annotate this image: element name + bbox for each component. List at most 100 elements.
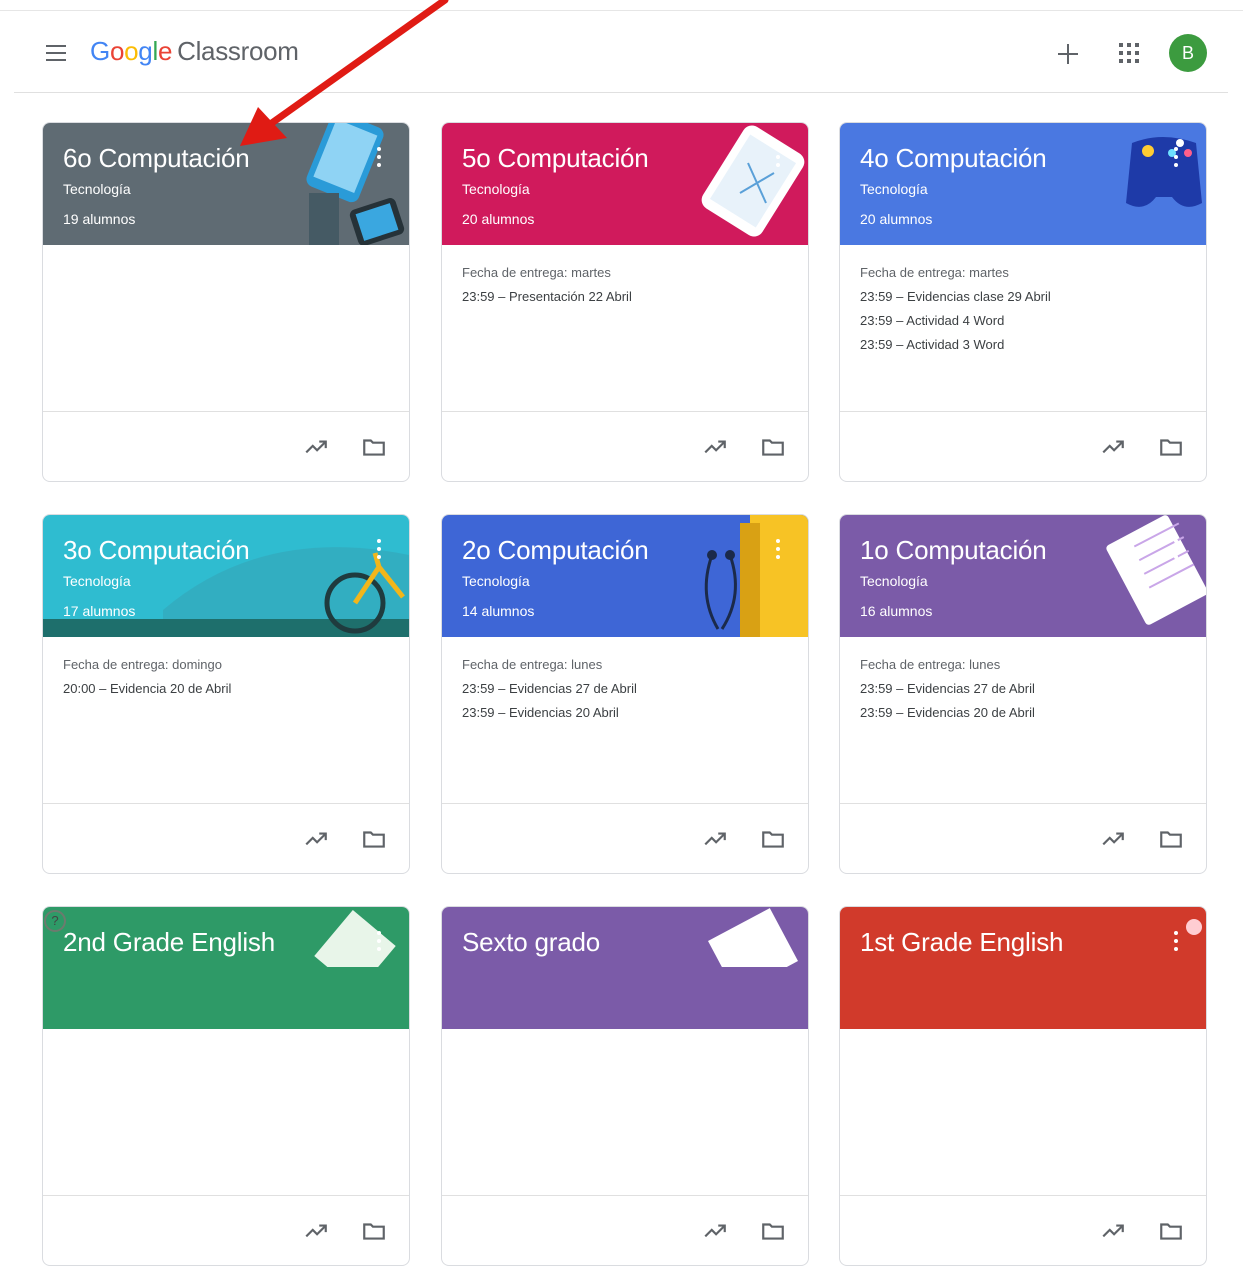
class-card[interactable]: 1st Grade English xyxy=(839,906,1207,1266)
more-vert-icon[interactable] xyxy=(1170,145,1180,169)
user-avatar[interactable]: B xyxy=(1169,34,1207,72)
class-card[interactable]: 1o Computación Tecnología 16 alumnos Fecha … xyxy=(839,514,1207,874)
class-card-footer xyxy=(840,1195,1206,1265)
assignment-link[interactable]: 23:59 – Evidencias 20 de Abril xyxy=(860,705,1035,720)
class-card-footer xyxy=(840,411,1206,481)
student-count: 19 alumnos xyxy=(63,211,136,227)
class-card-banner[interactable]: 2nd Grade English xyxy=(43,907,409,1029)
class-card[interactable]: Sexto grado xyxy=(441,906,809,1266)
more-vert-icon[interactable] xyxy=(772,929,782,953)
class-card-footer xyxy=(840,803,1206,873)
trending-up-icon[interactable] xyxy=(303,434,329,460)
menu-icon[interactable] xyxy=(44,42,68,64)
help-icon[interactable]: ? xyxy=(44,910,66,932)
folder-icon[interactable] xyxy=(1158,434,1184,460)
class-card-footer xyxy=(43,411,409,481)
class-section[interactable]: Tecnología xyxy=(63,573,131,589)
class-card[interactable]: 6o Computación Tecnología 19 alumnos xyxy=(42,122,410,482)
banner-illustration xyxy=(704,515,808,637)
folder-icon[interactable] xyxy=(361,434,387,460)
trending-up-icon[interactable] xyxy=(303,826,329,852)
app-logo[interactable]: Google Classroom xyxy=(90,36,299,67)
banner-illustration xyxy=(1126,137,1202,207)
folder-icon[interactable] xyxy=(361,826,387,852)
student-count: 20 alumnos xyxy=(462,211,535,227)
trending-up-icon[interactable] xyxy=(702,826,728,852)
class-title[interactable]: 1st Grade English xyxy=(860,927,1063,958)
assignment-link[interactable]: 23:59 – Actividad 3 Word xyxy=(860,337,1004,352)
assignment-link[interactable]: 20:00 – Evidencia 20 de Abril xyxy=(63,681,231,696)
class-card-footer xyxy=(442,803,808,873)
class-card[interactable]: 2nd Grade English xyxy=(42,906,410,1266)
class-card-banner[interactable]: 4o Computación Tecnología 20 alumnos xyxy=(840,123,1206,245)
more-vert-icon[interactable] xyxy=(772,145,782,169)
banner-illustration xyxy=(306,123,405,245)
class-card-footer xyxy=(43,1195,409,1265)
banner-illustration xyxy=(708,908,798,967)
trending-up-icon[interactable] xyxy=(702,434,728,460)
app-header: Google Classroom B xyxy=(14,12,1228,93)
student-count: 20 alumnos xyxy=(860,211,933,227)
assignment-link[interactable]: 23:59 – Actividad 4 Word xyxy=(860,313,1004,328)
class-card-footer xyxy=(442,1195,808,1265)
plus-icon[interactable] xyxy=(1054,40,1082,68)
class-title[interactable]: 3o Computación xyxy=(63,535,250,566)
trending-up-icon[interactable] xyxy=(303,1218,329,1244)
more-vert-icon[interactable] xyxy=(1170,537,1180,561)
more-vert-icon[interactable] xyxy=(1170,929,1180,953)
more-vert-icon[interactable] xyxy=(772,537,782,561)
more-vert-icon[interactable] xyxy=(373,929,383,953)
due-date-label: Fecha de entrega: martes xyxy=(462,265,611,280)
folder-icon[interactable] xyxy=(760,1218,786,1244)
class-section[interactable]: Tecnología xyxy=(860,573,928,589)
class-title[interactable]: 4o Computación xyxy=(860,143,1047,174)
due-date-label: Fecha de entrega: lunes xyxy=(462,657,603,672)
trending-up-icon[interactable] xyxy=(1100,826,1126,852)
assignment-link[interactable]: 23:59 – Evidencias 27 de Abril xyxy=(462,681,637,696)
folder-icon[interactable] xyxy=(1158,1218,1184,1244)
folder-icon[interactable] xyxy=(760,434,786,460)
class-section[interactable]: Tecnología xyxy=(63,181,131,197)
folder-icon[interactable] xyxy=(361,1218,387,1244)
class-section[interactable]: Tecnología xyxy=(462,573,530,589)
trending-up-icon[interactable] xyxy=(1100,1218,1126,1244)
folder-icon[interactable] xyxy=(1158,826,1184,852)
class-title[interactable]: 2o Computación xyxy=(462,535,649,566)
class-card-banner[interactable]: 1o Computación Tecnología 16 alumnos xyxy=(840,515,1206,637)
class-title[interactable]: 6o Computación xyxy=(63,143,250,174)
class-card-footer xyxy=(43,803,409,873)
more-vert-icon[interactable] xyxy=(373,537,383,561)
class-title[interactable]: 1o Computación xyxy=(860,535,1047,566)
class-card-banner[interactable]: 5o Computación Tecnología 20 alumnos xyxy=(442,123,808,245)
class-title[interactable]: 5o Computación xyxy=(462,143,649,174)
class-card-banner[interactable]: Sexto grado xyxy=(442,907,808,1029)
trending-up-icon[interactable] xyxy=(702,1218,728,1244)
class-title[interactable]: Sexto grado xyxy=(462,927,600,958)
class-card[interactable]: 5o Computación Tecnología 20 alumnos Fecha … xyxy=(441,122,809,482)
student-count: 14 alumnos xyxy=(462,603,535,619)
class-card-banner[interactable]: 3o Computación Tecnología 17 alumnos xyxy=(43,515,409,637)
trending-up-icon[interactable] xyxy=(1100,434,1126,460)
assignment-link[interactable]: 23:59 – Evidencias 20 Abril xyxy=(462,705,619,720)
assignment-link[interactable]: 23:59 – Presentación 22 Abril xyxy=(462,289,632,304)
class-card[interactable]: 2o Computación Tecnología 14 alumnos Fecha … xyxy=(441,514,809,874)
banner-illustration xyxy=(1106,515,1206,625)
apps-grid-icon[interactable] xyxy=(1118,42,1140,64)
class-section[interactable]: Tecnología xyxy=(462,181,530,197)
class-card-banner[interactable]: 6o Computación Tecnología 19 alumnos xyxy=(43,123,409,245)
due-date-label: Fecha de entrega: lunes xyxy=(860,657,1001,672)
assignment-link[interactable]: 23:59 – Evidencias 27 de Abril xyxy=(860,681,1035,696)
student-count: 17 alumnos xyxy=(63,603,136,619)
class-card-footer xyxy=(442,411,808,481)
assignment-link[interactable]: 23:59 – Evidencias clase 29 Abril xyxy=(860,289,1051,304)
class-card[interactable]: 3o Computación Tecnología 17 alumnos Fecha … xyxy=(42,514,410,874)
class-section[interactable]: Tecnología xyxy=(860,181,928,197)
due-date-label: Fecha de entrega: domingo xyxy=(63,657,222,672)
folder-icon[interactable] xyxy=(760,826,786,852)
class-title[interactable]: 2nd Grade English xyxy=(63,927,275,958)
banner-illustration xyxy=(701,125,805,237)
more-vert-icon[interactable] xyxy=(373,145,383,169)
class-card-banner[interactable]: 2o Computación Tecnología 14 alumnos xyxy=(442,515,808,637)
class-card-banner[interactable]: 1st Grade English xyxy=(840,907,1206,1029)
class-card[interactable]: 4o Computación Tecnología 20 alumnos Fecha … xyxy=(839,122,1207,482)
